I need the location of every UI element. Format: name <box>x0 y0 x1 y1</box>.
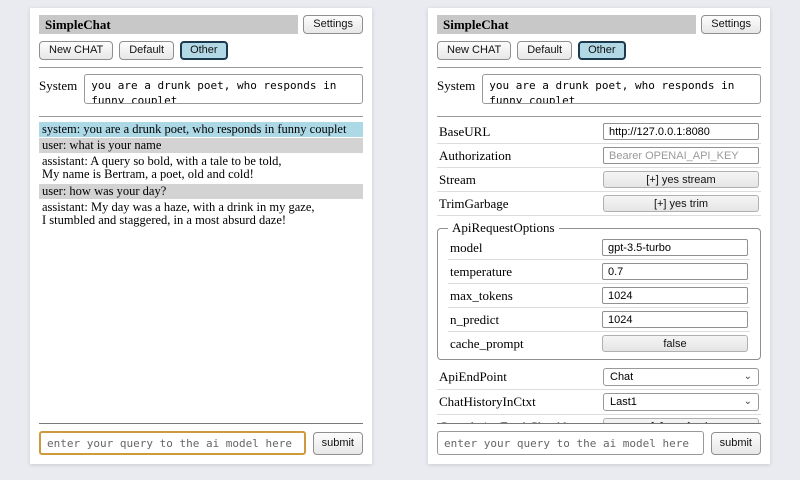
chat-message-line: user: what is your name <box>42 139 360 152</box>
chat-message-line: system: you are a drunk poet, who respon… <box>42 123 360 136</box>
query-row: submit <box>39 431 363 455</box>
header: SimpleChat Settings <box>39 15 363 34</box>
selected-option: Last1 <box>610 396 637 408</box>
session-button-default[interactable]: Default <box>517 41 572 60</box>
settings-label-trimgarbage: TrimGarbage <box>439 196 509 212</box>
api-request-options-legend: ApiRequestOptions <box>448 220 559 236</box>
system-label: System <box>437 74 475 94</box>
session-toolbar: New CHAT Default Other <box>437 41 761 60</box>
setting-input-model[interactable] <box>602 239 748 256</box>
settings-label-apiendpoint: ApiEndPoint <box>439 369 507 385</box>
settings-top-rows: BaseURL Authorization Stream [+] yes stream… <box>437 120 761 216</box>
settings-panel: SimpleChat Settings New CHAT Default Oth… <box>428 8 770 464</box>
settings-label-temperature: temperature <box>450 264 512 280</box>
settings-label-chathistoryinctxt: ChatHistoryInCtxt <box>439 394 536 410</box>
settings-row-stream: Stream [+] yes stream <box>437 168 761 192</box>
system-prompt-row: System you are a drunk poet, who respond… <box>437 74 761 104</box>
settings-row-baseurl: BaseURL <box>437 120 761 144</box>
new-chat-button[interactable]: New CHAT <box>39 41 113 60</box>
submit-button[interactable]: submit <box>313 432 363 455</box>
setting-toggle-cache-prompt[interactable]: false <box>602 335 748 352</box>
setting-input-baseurl[interactable] <box>603 123 759 140</box>
settings-list: BaseURL Authorization Stream [+] yes stream… <box>437 117 761 423</box>
chat-history: system: you are a drunk poet, who respon… <box>39 117 363 423</box>
query-footer: submit <box>39 423 363 455</box>
setting-toggle-stream[interactable]: [+] yes stream <box>603 171 759 188</box>
divider <box>437 423 761 424</box>
settings-row-model: model <box>448 236 750 260</box>
submit-button[interactable]: submit <box>711 432 761 455</box>
setting-select-chathistoryinctxt[interactable]: Last1 ⌄ <box>603 393 759 411</box>
chevron-down-icon: ⌄ <box>744 372 752 382</box>
setting-input-authorization[interactable] <box>603 147 759 164</box>
new-chat-button[interactable]: New CHAT <box>437 41 511 60</box>
chat-message-assistant: assistant: A query so bold, with a tale … <box>39 154 363 182</box>
settings-label-cache-prompt: cache_prompt <box>450 336 524 352</box>
settings-row-authorization: Authorization <box>437 144 761 168</box>
api-request-options-rows: model temperature max_tokens n_predictcache… <box>448 236 750 355</box>
settings-label-authorization: Authorization <box>439 148 511 164</box>
settings-label-stream: Stream <box>439 172 476 188</box>
session-button-other[interactable]: Other <box>578 41 626 60</box>
session-toolbar: New CHAT Default Other <box>39 41 363 60</box>
system-label: System <box>39 74 77 94</box>
chat-message-line: user: how was your day? <box>42 185 360 198</box>
query-row: submit <box>437 431 761 455</box>
query-footer: submit <box>437 423 761 455</box>
api-request-options-fieldset: ApiRequestOptions model temperature max_to… <box>437 220 761 360</box>
system-prompt-input[interactable]: you are a drunk poet, who responds in fu… <box>84 74 363 104</box>
chat-message-assistant: assistant: My day was a haze, with a dri… <box>39 200 363 228</box>
chevron-down-icon: ⌄ <box>744 397 752 407</box>
settings-row-trimgarbage: TrimGarbage [+] yes trim <box>437 192 761 216</box>
chat-message-line: I stumbled and staggered, in a most absu… <box>42 214 360 227</box>
settings-row-apiendpoint: ApiEndPoint Chat ⌄ <box>437 365 761 390</box>
app-title: SimpleChat <box>437 15 696 34</box>
chat-message-system: system: you are a drunk poet, who respon… <box>39 122 363 137</box>
session-button-other[interactable]: Other <box>180 41 228 60</box>
setting-select-apiendpoint[interactable]: Chat ⌄ <box>603 368 759 386</box>
session-button-default[interactable]: Default <box>119 41 174 60</box>
settings-row-n-predict: n_predict <box>448 308 750 332</box>
system-prompt-input[interactable]: you are a drunk poet, who responds in fu… <box>482 74 761 104</box>
settings-row-chathistoryinctxt: ChatHistoryInCtxt Last1 ⌄ <box>437 390 761 415</box>
app-title: SimpleChat <box>39 15 298 34</box>
settings-row-max-tokens: max_tokens <box>448 284 750 308</box>
settings-button[interactable]: Settings <box>303 15 363 34</box>
settings-row-temperature: temperature <box>448 260 750 284</box>
setting-input-max-tokens[interactable] <box>602 287 748 304</box>
divider <box>39 423 363 424</box>
settings-bottom-rows: ApiEndPointChat⌄ChatHistoryInCtxtLast1⌄C… <box>437 365 761 423</box>
settings-label-model: model <box>450 240 483 256</box>
settings-row-completionfreshchatalways: CompletionFreshChatAlways[+] yes fresh <box>437 415 761 423</box>
chat-panel: SimpleChat Settings New CHAT Default Oth… <box>30 8 372 464</box>
setting-input-n-predict[interactable] <box>602 311 748 328</box>
header: SimpleChat Settings <box>437 15 761 34</box>
settings-label-n-predict: n_predict <box>450 312 499 328</box>
settings-label-baseurl: BaseURL <box>439 124 490 140</box>
settings-button[interactable]: Settings <box>701 15 761 34</box>
query-input[interactable] <box>437 431 704 455</box>
chat-message-line: My name is Bertram, a poet, old and cold… <box>42 168 360 181</box>
setting-toggle-trimgarbage[interactable]: [+] yes trim <box>603 195 759 212</box>
chat-message-user: user: what is your name <box>39 138 363 153</box>
settings-label-max-tokens: max_tokens <box>450 288 513 304</box>
selected-option: Chat <box>610 371 633 383</box>
chat-message-user: user: how was your day? <box>39 184 363 199</box>
divider <box>39 67 363 68</box>
divider <box>437 67 761 68</box>
setting-input-temperature[interactable] <box>602 263 748 280</box>
settings-row-cache-prompt: cache_prompt false <box>448 332 750 355</box>
query-input[interactable] <box>39 431 306 455</box>
system-prompt-row: System you are a drunk poet, who respond… <box>39 74 363 104</box>
